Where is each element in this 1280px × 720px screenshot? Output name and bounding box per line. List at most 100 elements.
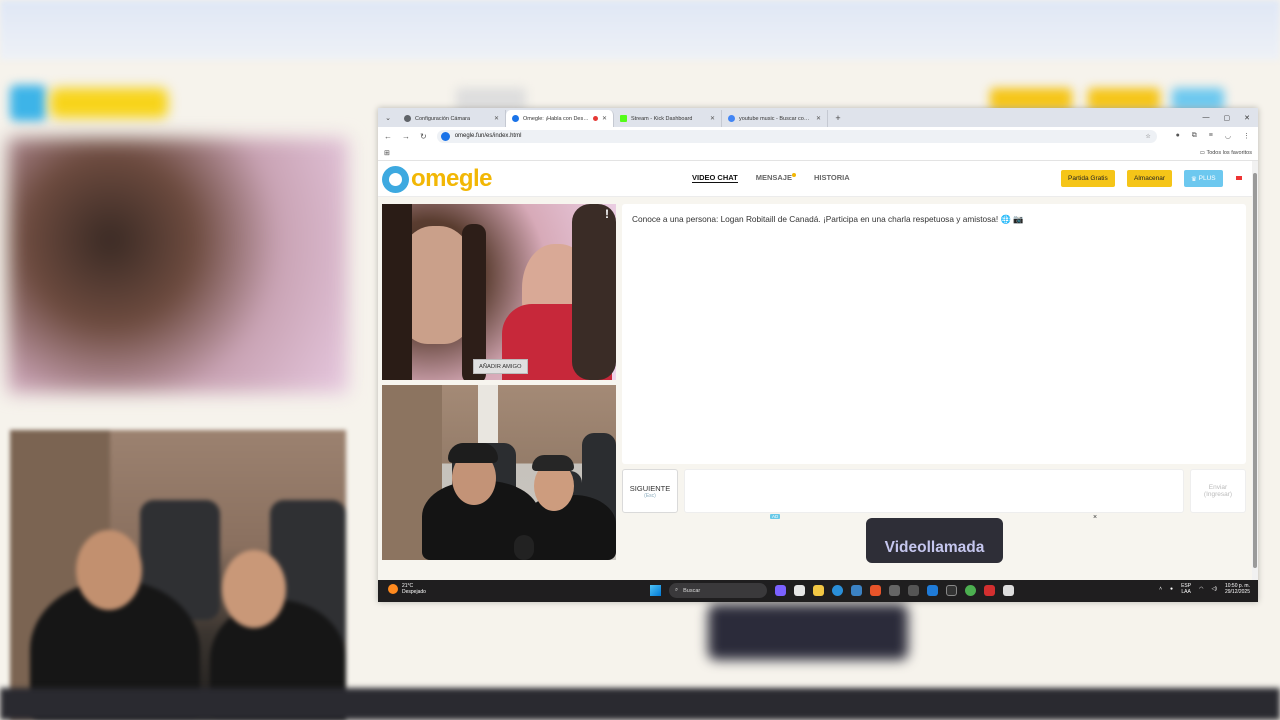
minimize-icon[interactable]: — <box>1203 114 1210 121</box>
weather-widget[interactable]: 21°C Despejado <box>388 583 426 595</box>
close-tab-icon[interactable]: ✕ <box>710 115 715 122</box>
clock[interactable]: 10:50 p. m. 29/12/2025 <box>1225 583 1250 595</box>
close-tab-icon[interactable]: ✕ <box>816 115 821 122</box>
task-view-icon[interactable] <box>794 585 805 596</box>
tab-label: Stream - Kick Dashboard <box>631 115 693 122</box>
tab-search-icon[interactable]: ⌄ <box>378 108 398 127</box>
extensions-puzzle-icon[interactable]: ⧉ <box>1192 132 1197 140</box>
bg-button <box>1172 88 1224 110</box>
edge-icon[interactable] <box>832 585 843 596</box>
snipping-icon[interactable] <box>1003 585 1014 596</box>
search-icon: ⌕ <box>675 587 679 593</box>
obs-icon[interactable] <box>889 585 900 596</box>
url-text: omegle.fun/es/index.html <box>454 133 522 139</box>
close-window-icon[interactable]: ✕ <box>1244 114 1250 122</box>
volume-icon[interactable]: ◁) <box>1211 586 1217 592</box>
windows-start-icon[interactable] <box>650 585 661 596</box>
site-header: omegle VIDEO CHAT MENSAJE HISTORIA Parti… <box>378 161 1252 197</box>
bg-logo <box>50 88 168 118</box>
copilot-icon[interactable] <box>775 585 786 596</box>
kick-icon <box>620 115 627 122</box>
partida-gratis-button[interactable]: Partida Gratis <box>1061 170 1115 187</box>
tab-label: youtube music - Buscar con Go... <box>739 115 812 122</box>
file-explorer-icon[interactable] <box>813 585 824 596</box>
taskbar-search[interactable]: ⌕ Buscar <box>669 583 767 598</box>
close-tab-icon[interactable]: ✕ <box>494 115 499 122</box>
language-indicator[interactable]: ESP LAA <box>1181 583 1191 595</box>
send-label: Enviar <box>1208 484 1228 491</box>
browser-window: ⌄ Configuración Cámara ✕ Omegle: ¡Habla … <box>378 108 1258 602</box>
chat-log: Conoce a una persona: Logan Robitaill de… <box>622 204 1246 464</box>
page-scrollbar[interactable] <box>1252 161 1258 580</box>
send-button[interactable]: Enviar (Ingresar) <box>1190 469 1246 513</box>
youtube-icon[interactable] <box>984 585 995 596</box>
taskbar-apps: ⌕ Buscar <box>650 583 1014 598</box>
add-friend-button[interactable]: AÑADIR AMIGO <box>473 359 528 374</box>
logo-icon <box>382 165 409 193</box>
bg-webcam-video <box>10 430 346 720</box>
ad-banner-text: Videollamada <box>884 538 985 556</box>
nav-video-chat[interactable]: VIDEO CHAT <box>692 173 738 183</box>
chevron-up-icon[interactable]: ˄ <box>1159 586 1162 592</box>
media-icon[interactable]: ≡ <box>1209 132 1213 140</box>
tab-label: Omegle: ¡Habla con Desco... <box>523 115 589 122</box>
new-tab-button[interactable]: + <box>828 108 848 127</box>
microphone-icon[interactable]: ● <box>1170 586 1173 592</box>
next-button[interactable]: SIGUIENTE (Esc) <box>622 469 678 513</box>
tab-strip: ⌄ Configuración Cámara ✕ Omegle: ¡Habla … <box>378 108 1258 127</box>
logo-text: omegle <box>411 165 493 192</box>
nav-mensaje[interactable]: MENSAJE <box>756 173 796 183</box>
language-flag-icon[interactable] <box>1236 176 1242 180</box>
message-input[interactable] <box>684 469 1184 513</box>
omegle-favicon-icon <box>512 115 519 122</box>
tab-configuracion-camara[interactable]: Configuración Cámara ✕ <box>398 110 506 127</box>
tab-youtube-music-search[interactable]: youtube music - Buscar con Go... ✕ <box>722 110 828 127</box>
extension-icon[interactable]: ● <box>1176 132 1180 140</box>
stranger-video: ! AÑADIR AMIGO <box>382 204 616 380</box>
google-icon <box>728 115 735 122</box>
tab-kick-dashboard[interactable]: Stream - Kick Dashboard ✕ <box>614 110 722 127</box>
tab-omegle[interactable]: Omegle: ¡Habla con Desco... ✕ <box>506 110 614 127</box>
app-icon[interactable] <box>908 585 919 596</box>
all-bookmarks[interactable]: ▭ Todos los favoritos <box>1200 150 1252 156</box>
page-content: omegle VIDEO CHAT MENSAJE HISTORIA Parti… <box>378 161 1252 580</box>
tab-label: Configuración Cámara <box>415 115 471 122</box>
ad-banner[interactable]: Videollamada <box>866 518 1003 563</box>
bg-taskbar <box>0 688 1280 720</box>
reload-icon[interactable]: ↻ <box>420 132 427 141</box>
chat-controls: SIGUIENTE (Esc) Enviar (Ingresar) <box>622 469 1246 513</box>
almacenar-button[interactable]: Almacenar <box>1127 170 1173 187</box>
apps-grid-icon[interactable]: ⊞ <box>384 149 390 157</box>
next-shortcut: (Esc) <box>644 492 656 499</box>
bg-button <box>1088 88 1160 110</box>
forward-icon[interactable]: → <box>402 132 410 141</box>
bookmark-star-icon[interactable]: ☆ <box>1145 133 1156 140</box>
profile-icon[interactable]: ◡ <box>1225 132 1231 140</box>
next-label: SIGUIENTE <box>629 483 671 493</box>
report-icon[interactable]: ! <box>605 207 609 221</box>
ad-close-icon[interactable]: × <box>1093 514 1097 521</box>
store-icon[interactable] <box>851 585 862 596</box>
plus-button[interactable]: ♛ PLUS <box>1184 170 1223 187</box>
close-tab-icon[interactable]: ✕ <box>602 115 607 122</box>
windows-taskbar: 21°C Despejado ⌕ Buscar ˄ ● ESP LAA ◠ ◁) 10 <box>378 580 1258 602</box>
maximize-icon[interactable]: ▢ <box>1224 114 1231 122</box>
menu-dots-icon[interactable]: ⋮ <box>1243 132 1250 140</box>
chrome-icon[interactable] <box>965 585 976 596</box>
site-info-icon[interactable] <box>440 131 450 141</box>
send-shortcut: (Ingresar) <box>1203 491 1233 498</box>
address-bar[interactable]: omegle.fun/es/index.html ☆ <box>436 129 1157 143</box>
omegle-logo[interactable]: omegle <box>382 165 493 193</box>
bg-stranger-video <box>8 138 348 393</box>
wifi-icon[interactable]: ◠ <box>1199 586 1203 592</box>
crown-icon: ♛ <box>1191 175 1197 183</box>
system-tray: ˄ ● ESP LAA ◠ ◁) 10:50 p. m. 29/12/2025 <box>1159 583 1250 595</box>
bg-button <box>990 88 1072 110</box>
brave-icon[interactable] <box>870 585 881 596</box>
scroll-thumb[interactable] <box>1253 173 1257 568</box>
nav-historia[interactable]: HISTORIA <box>814 173 850 183</box>
back-icon[interactable]: ← <box>384 132 392 141</box>
steam-icon[interactable] <box>946 585 957 596</box>
browser-toolbar: ← → ↻ omegle.fun/es/index.html ☆ ● ⧉ ≡ ◡… <box>378 127 1258 145</box>
mail-icon[interactable] <box>927 585 938 596</box>
